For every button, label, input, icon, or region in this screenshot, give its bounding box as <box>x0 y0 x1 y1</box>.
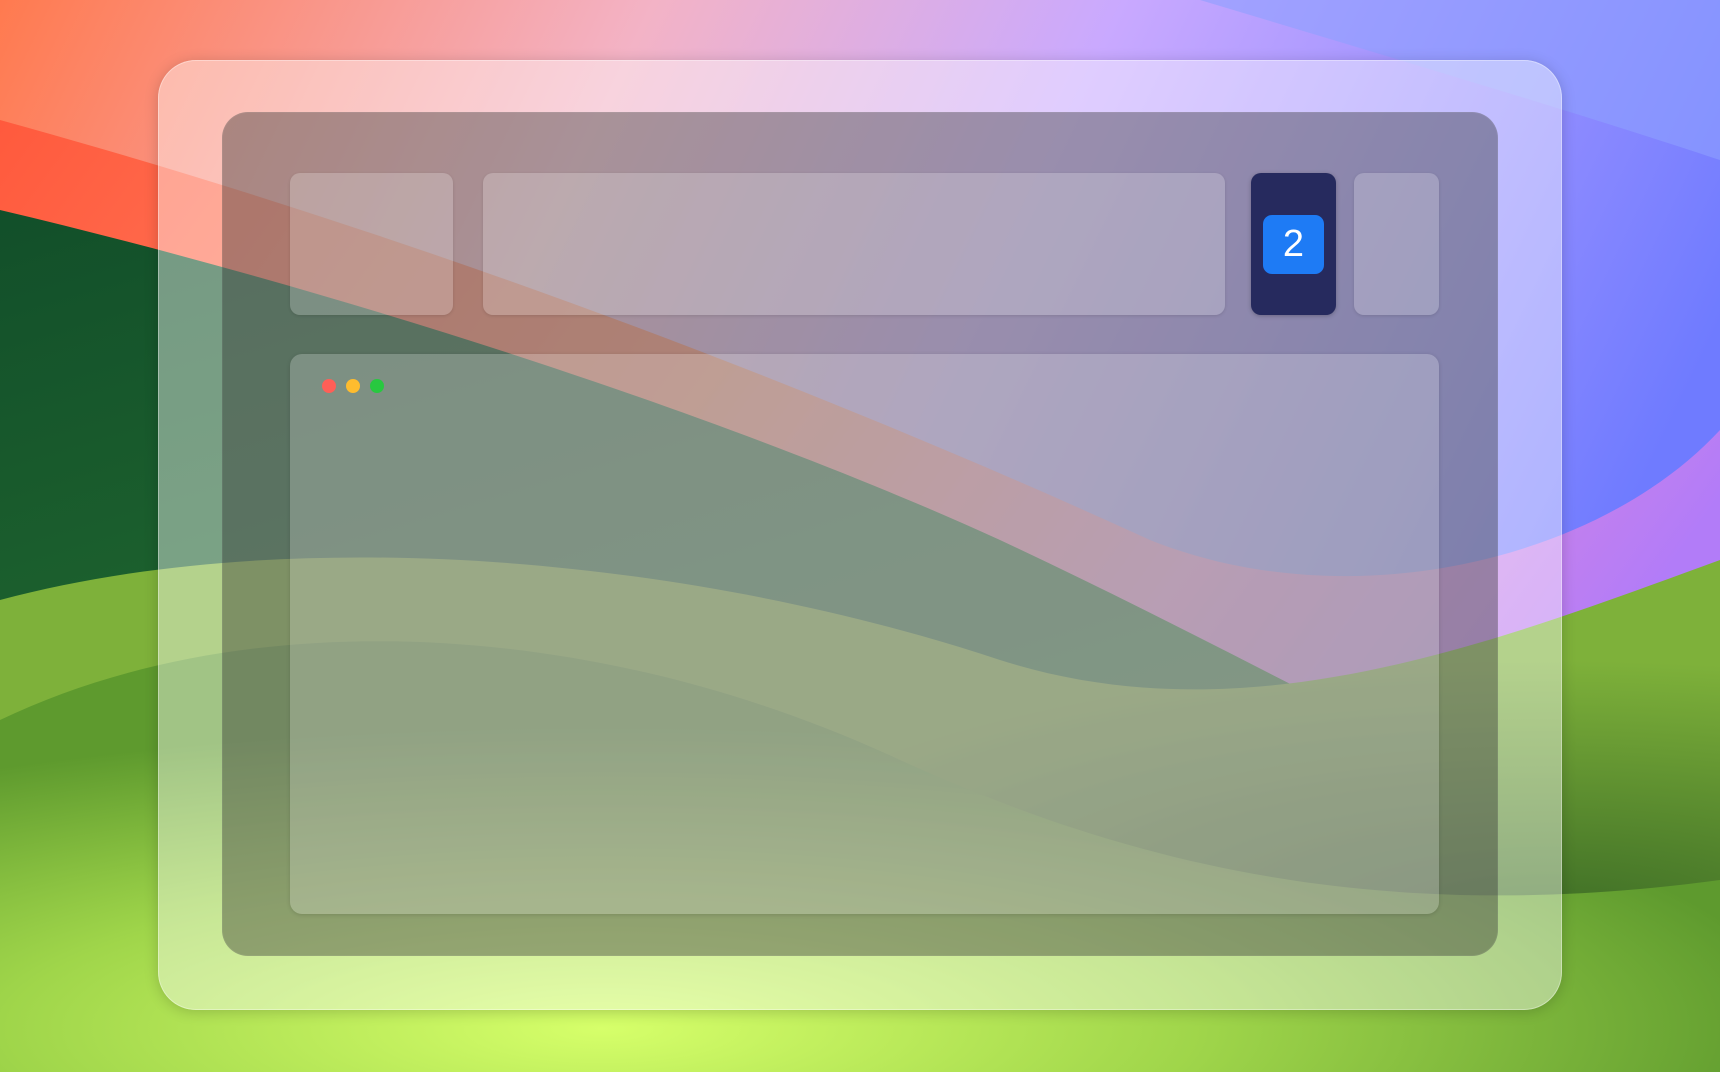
space-number-badge: 2 <box>1263 215 1324 274</box>
space-thumbnail-wide[interactable] <box>483 173 1225 315</box>
window-preview[interactable] <box>290 354 1439 914</box>
space-thumbnail-1[interactable] <box>290 173 453 315</box>
minimize-window-icon[interactable] <box>346 379 360 393</box>
close-window-icon[interactable] <box>322 379 336 393</box>
zoom-window-icon[interactable] <box>370 379 384 393</box>
space-thumbnail-active[interactable]: 2 <box>1251 173 1336 315</box>
space-thumbnail-4[interactable] <box>1354 173 1439 315</box>
